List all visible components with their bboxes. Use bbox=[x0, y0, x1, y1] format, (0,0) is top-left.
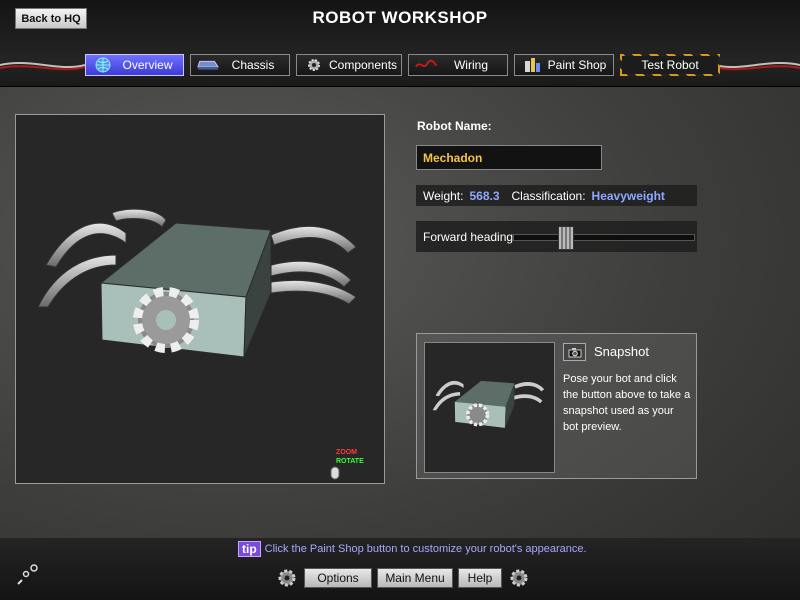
gear-icon bbox=[510, 569, 528, 587]
tab-components[interactable]: Components bbox=[296, 54, 402, 76]
robot-name-label: Robot Name: bbox=[417, 119, 492, 133]
page-title: ROBOT WORKSHOP bbox=[312, 8, 488, 27]
snapshot-description: Pose your bot and click the button above… bbox=[563, 373, 691, 433]
tab-test-robot-label: Test Robot bbox=[641, 58, 699, 72]
weight-value: 568.3 bbox=[469, 188, 500, 203]
snapshot-preview bbox=[424, 342, 555, 473]
tab-components-label: Components bbox=[329, 58, 398, 72]
options-button[interactable]: Options bbox=[304, 568, 372, 588]
snapshot-camera-button[interactable] bbox=[563, 343, 586, 361]
tab-wiring-label: Wiring bbox=[453, 58, 488, 72]
robot-stats-bar: Weight: 568.3 Classification: Heavyweigh… bbox=[416, 185, 697, 206]
forward-heading-slider-track[interactable] bbox=[513, 234, 695, 241]
mouse-icon bbox=[330, 466, 340, 480]
chassis-icon bbox=[197, 57, 219, 73]
tab-overview-label: Overview bbox=[122, 58, 173, 72]
snapshot-title: Snapshot bbox=[594, 344, 649, 359]
camera-icon bbox=[568, 347, 581, 357]
forward-heading-label: Forward heading: bbox=[423, 229, 517, 244]
robot-3d-viewport[interactable] bbox=[15, 114, 385, 484]
zoom-hint: ZOOM bbox=[336, 449, 357, 456]
weight-label: Weight: bbox=[423, 188, 464, 203]
paint-cans-icon bbox=[521, 57, 543, 73]
tab-bar: Overview Chassis Components Wiring Paint… bbox=[85, 54, 720, 76]
tip-line: tip Click the Paint Shop button to custo… bbox=[238, 541, 587, 557]
snapshot-robot-thumbnail bbox=[432, 380, 545, 428]
viewport-mouse-hint: ZOOM ROTATE bbox=[330, 448, 364, 483]
tip-badge: tip bbox=[238, 541, 261, 557]
rotate-hint: ROTATE bbox=[336, 458, 364, 465]
tab-chassis[interactable]: Chassis bbox=[190, 54, 290, 76]
tab-paint-shop-label: Paint Shop bbox=[547, 58, 607, 72]
tab-test-robot[interactable]: Test Robot bbox=[620, 54, 720, 76]
wire-icon bbox=[415, 57, 437, 73]
classification-label: Classification: bbox=[511, 188, 586, 203]
classification-value: Heavyweight bbox=[591, 188, 665, 203]
tip-text: Click the Paint Shop button to customize… bbox=[264, 543, 587, 555]
main-menu-button[interactable]: Main Menu bbox=[377, 568, 453, 588]
robot-name-input[interactable] bbox=[416, 145, 602, 170]
status-face-icon bbox=[17, 564, 38, 585]
tab-paint-shop[interactable]: Paint Shop bbox=[514, 54, 614, 76]
help-button[interactable]: Help bbox=[458, 568, 502, 588]
tab-overview[interactable]: Overview bbox=[85, 54, 184, 76]
gear-icon bbox=[303, 57, 325, 73]
gear-icon bbox=[278, 569, 296, 587]
globe-icon bbox=[92, 57, 114, 73]
tab-chassis-label: Chassis bbox=[231, 58, 275, 72]
forward-heading-slider-thumb[interactable] bbox=[557, 226, 574, 250]
robot-model-render bbox=[37, 208, 357, 358]
footer-button-row: Options Main Menu Help bbox=[275, 566, 531, 590]
tab-wiring[interactable]: Wiring bbox=[408, 54, 508, 76]
